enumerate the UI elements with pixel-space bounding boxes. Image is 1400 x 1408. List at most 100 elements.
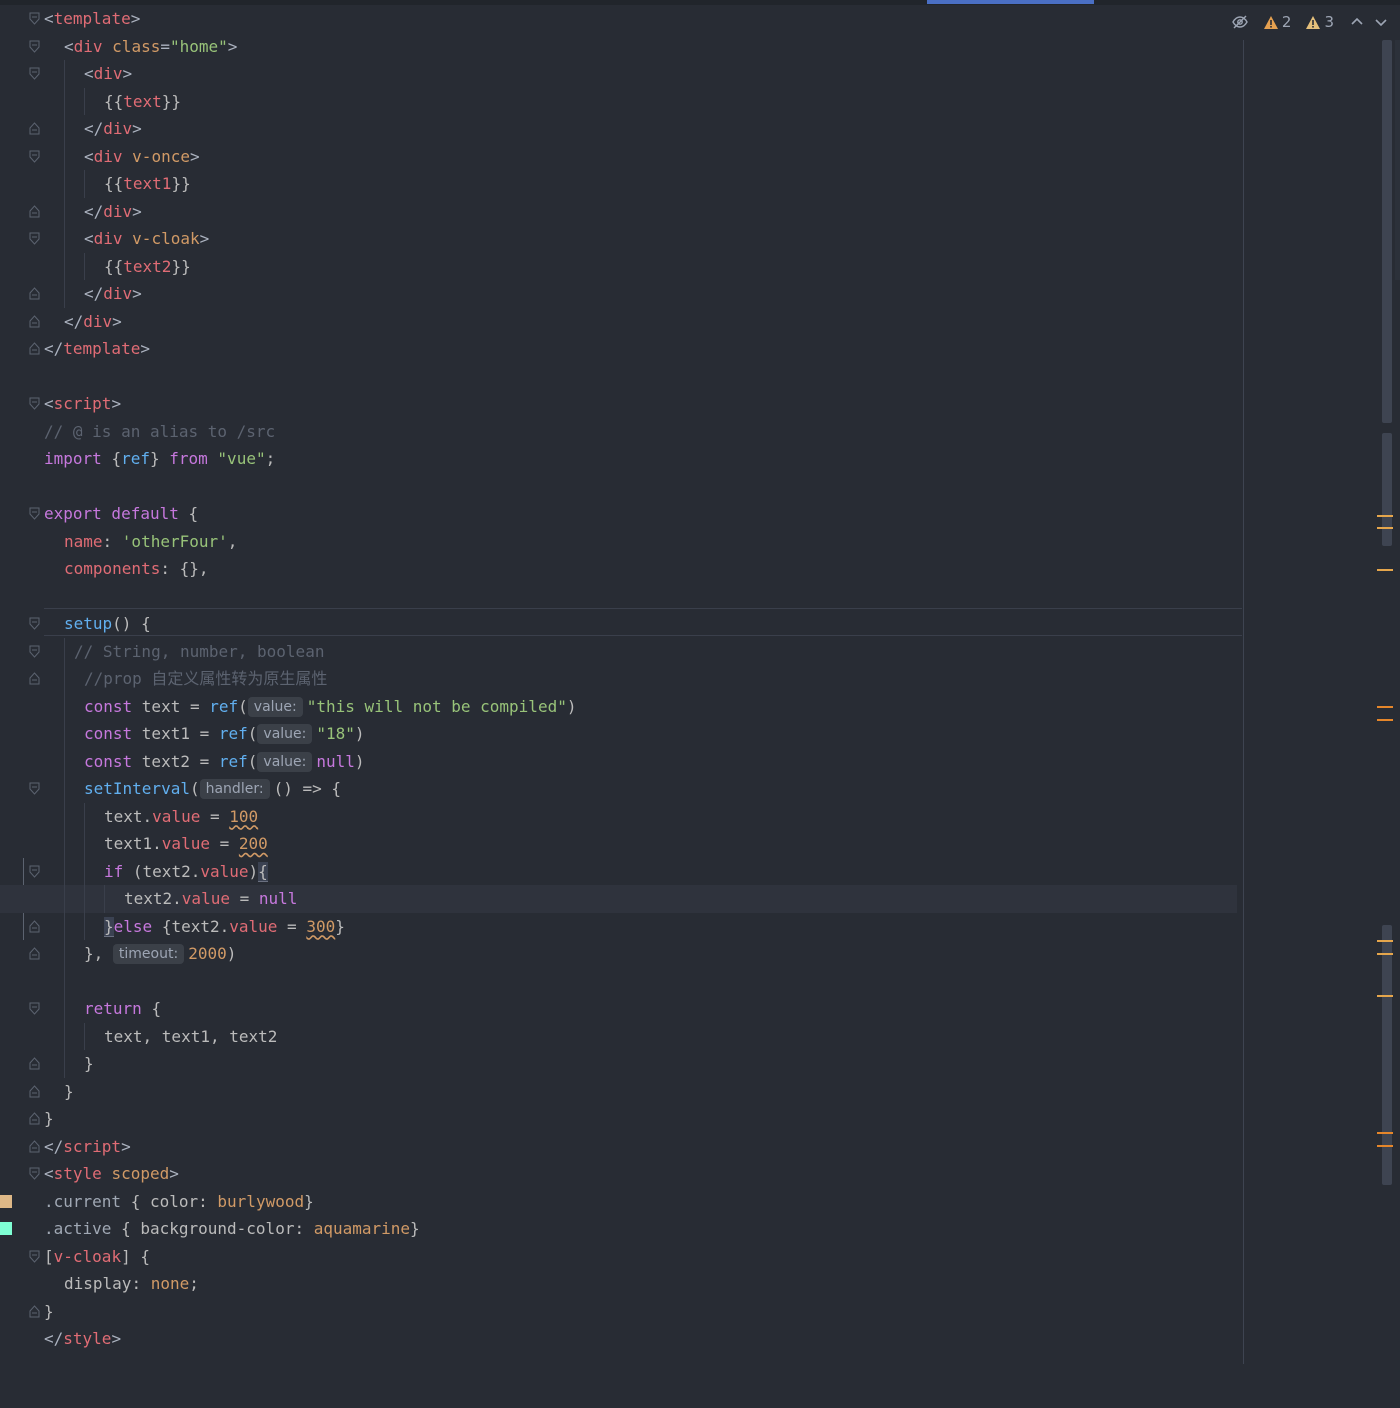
warning-marker[interactable]: [1377, 995, 1393, 997]
code-token: text.: [104, 806, 153, 826]
parameter-hint: value:: [257, 751, 313, 772]
fold-open-icon[interactable]: [29, 232, 40, 245]
code-line: </div>: [0, 197, 1243, 225]
fold-close-icon[interactable]: [29, 1304, 40, 1318]
code-line: <style scoped>: [0, 1160, 1243, 1188]
indent-guide: [84, 1022, 85, 1050]
indent-guide: [84, 885, 85, 913]
fold-open-icon[interactable]: [29, 40, 40, 53]
code-token: return: [84, 999, 152, 1018]
warning-red-icon: [1263, 15, 1278, 29]
fold-open-icon[interactable]: [29, 150, 40, 163]
code-token: () {: [112, 614, 151, 633]
fold-open-icon[interactable]: [29, 865, 40, 878]
fold-open-icon[interactable]: [29, 1002, 40, 1015]
code-token: div: [73, 36, 113, 56]
code-token: </: [44, 1136, 64, 1156]
warning-marker[interactable]: [1377, 706, 1393, 708]
indent-guide: [64, 747, 65, 775]
code-line: </div>: [0, 280, 1243, 308]
code-line: }: [0, 1298, 1243, 1326]
minimap[interactable]: [1395, 40, 1400, 280]
warning-marker[interactable]: [1377, 569, 1393, 571]
code-token: "this will not be compiled": [306, 696, 567, 716]
code-token: <: [44, 1164, 54, 1183]
code-editor[interactable]: 2 3 <template> <div class="home"> <div> …: [0, 0, 1400, 1364]
fold-close-icon[interactable]: [29, 122, 40, 135]
code-token: style: [63, 1329, 112, 1348]
code-line: text1.value = 200: [0, 830, 1243, 858]
fold-open-icon[interactable]: [29, 67, 40, 80]
indent-guide: [64, 87, 65, 115]
code-token: text: [123, 91, 162, 111]
fold-open-icon[interactable]: [29, 782, 40, 795]
warning-marker[interactable]: [1377, 1145, 1393, 1147]
fold-close-icon[interactable]: [29, 1139, 40, 1153]
code-line: return {: [0, 995, 1243, 1023]
code-line: text.value = 100: [0, 802, 1243, 830]
fold-close-icon[interactable]: [29, 1084, 40, 1098]
indent-guide: [84, 170, 85, 198]
indent-guide: [84, 802, 85, 830]
scrollbar-thumb[interactable]: [1382, 40, 1392, 423]
fold-close-icon[interactable]: [29, 672, 40, 685]
code-token: </: [84, 284, 104, 303]
error-count-badge[interactable]: 2: [1263, 13, 1291, 31]
code-token: value: [229, 916, 278, 936]
warning-marker[interactable]: [1377, 515, 1393, 517]
warning-marker[interactable]: [1377, 719, 1393, 721]
code-token: >: [199, 229, 210, 248]
code-token: }: [44, 1109, 54, 1128]
code-token: value: [200, 861, 249, 881]
code-token: text2 =: [141, 751, 219, 771]
fold-close-icon[interactable]: [29, 919, 40, 933]
fold-open-icon[interactable]: [29, 507, 40, 520]
code-token: else: [113, 916, 162, 936]
fold-close-icon[interactable]: [29, 1057, 40, 1070]
code-token: : {},: [160, 559, 209, 578]
fold-open-icon[interactable]: [29, 397, 40, 410]
fold-open-icon[interactable]: [29, 645, 40, 658]
fold-close-icon[interactable]: [29, 314, 40, 328]
fold-open-icon[interactable]: [29, 1250, 40, 1263]
warning-marker[interactable]: [1377, 940, 1393, 942]
fold-close-icon[interactable]: [29, 204, 40, 218]
code-token: div: [93, 64, 123, 83]
chevron-up-icon[interactable]: [1348, 13, 1366, 31]
indent-guide: [64, 720, 65, 748]
code-token: ref: [209, 696, 239, 716]
code-line: }: [0, 1078, 1243, 1106]
warning-marker[interactable]: [1377, 527, 1393, 529]
fold-close-icon[interactable]: [29, 1112, 40, 1125]
code-token: >: [122, 64, 133, 83]
fold-open-icon[interactable]: [29, 617, 40, 630]
code-token: >: [112, 311, 122, 331]
fold-open-icon[interactable]: [29, 12, 40, 25]
code-line-current: if (text2.value){: [0, 857, 1243, 913]
code-token: ,: [227, 531, 238, 551]
warning-count-badge[interactable]: 3: [1305, 13, 1334, 31]
indent-guide: [64, 252, 65, 280]
fold-open-icon[interactable]: [29, 1167, 40, 1180]
scrollbar-segment[interactable]: [1382, 433, 1392, 546]
code-token: ): [354, 724, 365, 743]
code-token: text1 =: [141, 724, 219, 743]
code-token: </: [84, 119, 104, 138]
indent-guide: [64, 967, 65, 995]
chevron-down-icon[interactable]: [1372, 13, 1390, 31]
indent-guide: [64, 912, 65, 940]
parameter-hint: handler:: [199, 779, 270, 799]
code-token: const: [84, 751, 142, 771]
warning-marker[interactable]: [1377, 953, 1393, 955]
fold-close-icon[interactable]: [29, 287, 40, 300]
code-area[interactable]: <template> <div class="home"> <div> {{te…: [0, 5, 1243, 1353]
matched-brace: }: [104, 916, 114, 937]
fold-close-icon[interactable]: [29, 947, 40, 960]
code-token: {: [151, 999, 162, 1018]
code-token: value: [161, 834, 210, 853]
fold-close-icon[interactable]: [29, 342, 40, 355]
code-token: style: [53, 1164, 112, 1183]
code-token: >: [132, 119, 142, 138]
code-token: :: [131, 1274, 151, 1293]
warning-marker[interactable]: [1377, 1132, 1393, 1134]
